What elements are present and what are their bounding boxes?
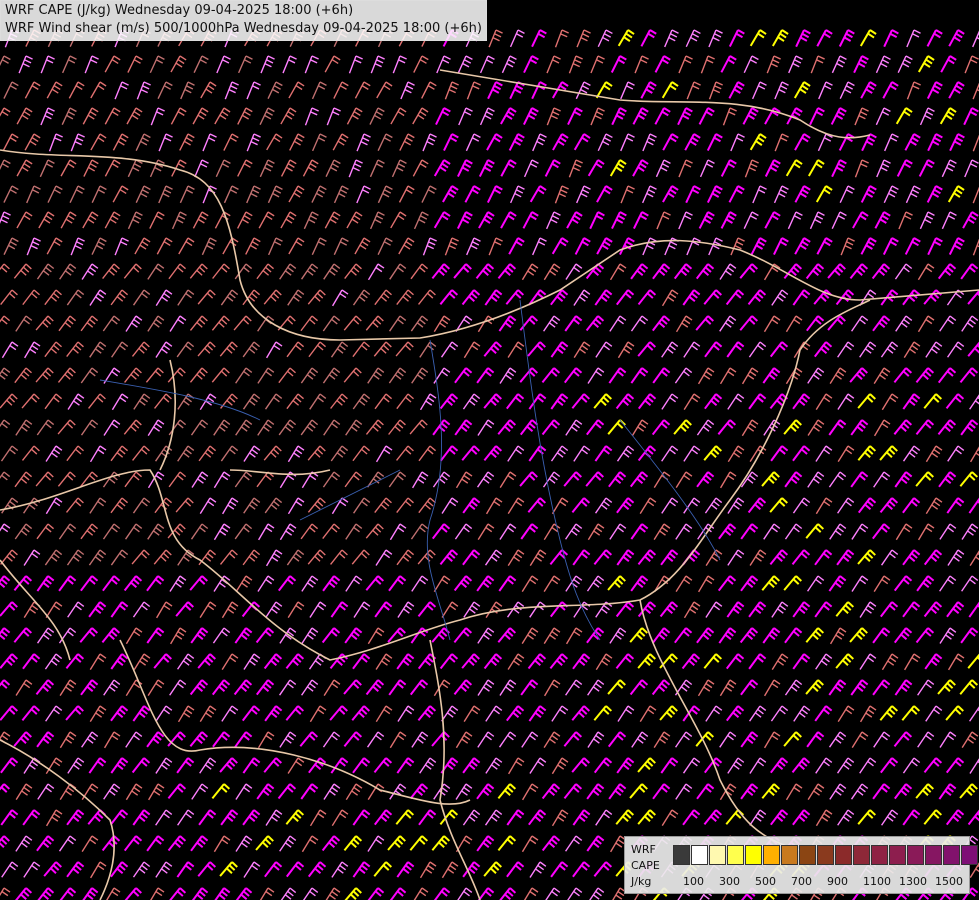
legend-tick: 1500: [935, 875, 963, 888]
legend-variable-label: CAPE: [631, 859, 660, 872]
legend-swatch: [781, 845, 798, 865]
legend-tick: 700: [791, 875, 812, 888]
legend-swatch: [817, 845, 834, 865]
weather-map: [0, 29, 979, 900]
country-borders: [0, 69, 979, 900]
legend-tick-labels: 100 300 500 700 900 1100 1300 1500: [673, 875, 973, 889]
legend-swatch: [727, 845, 744, 865]
legend-swatch: [907, 845, 924, 865]
legend-swatch: [925, 845, 942, 865]
legend-swatch: [691, 845, 708, 865]
border-line: [439, 69, 871, 139]
river-line: [426, 339, 451, 641]
wind-barb-field: [0, 29, 979, 900]
legend-unit-label: J/kg: [631, 875, 652, 888]
border-line: [429, 639, 481, 900]
river-line: [619, 419, 721, 561]
legend-swatch: [835, 845, 852, 865]
legend-tick: 300: [719, 875, 740, 888]
legend-model-label: WRF: [631, 843, 656, 856]
legend-swatch: [943, 845, 960, 865]
legend-swatch: [673, 845, 690, 865]
legend-swatch: [853, 845, 870, 865]
legend-color-scale: [673, 845, 979, 865]
legend-swatch: [871, 845, 888, 865]
legend-swatch: [799, 845, 816, 865]
legend-swatch: [709, 845, 726, 865]
wind-shear-title: WRF Wind shear (m/s) 500/1000hPa Wednesd…: [5, 21, 482, 36]
legend-swatch: [889, 845, 906, 865]
map-title-box: WRF CAPE (J/kg) Wednesday 09-04-2025 18:…: [0, 0, 487, 41]
forecast-map-view: WRF CAPE (J/kg) Wednesday 09-04-2025 18:…: [0, 0, 979, 900]
legend-tick: 500: [755, 875, 776, 888]
legend-tick: 100: [683, 875, 704, 888]
legend-swatch: [745, 845, 762, 865]
legend-swatch: [961, 845, 978, 865]
legend-swatch: [763, 845, 780, 865]
river-line: [299, 469, 401, 521]
legend-tick: 1100: [863, 875, 891, 888]
cape-legend: WRF CAPE J/kg 100 300 500 700 900 1100 1300 150…: [624, 836, 978, 894]
cape-title: WRF CAPE (J/kg) Wednesday 09-04-2025 18:…: [5, 3, 354, 18]
border-line: [119, 639, 471, 805]
legend-tick: 1300: [899, 875, 927, 888]
legend-tick: 900: [827, 875, 848, 888]
